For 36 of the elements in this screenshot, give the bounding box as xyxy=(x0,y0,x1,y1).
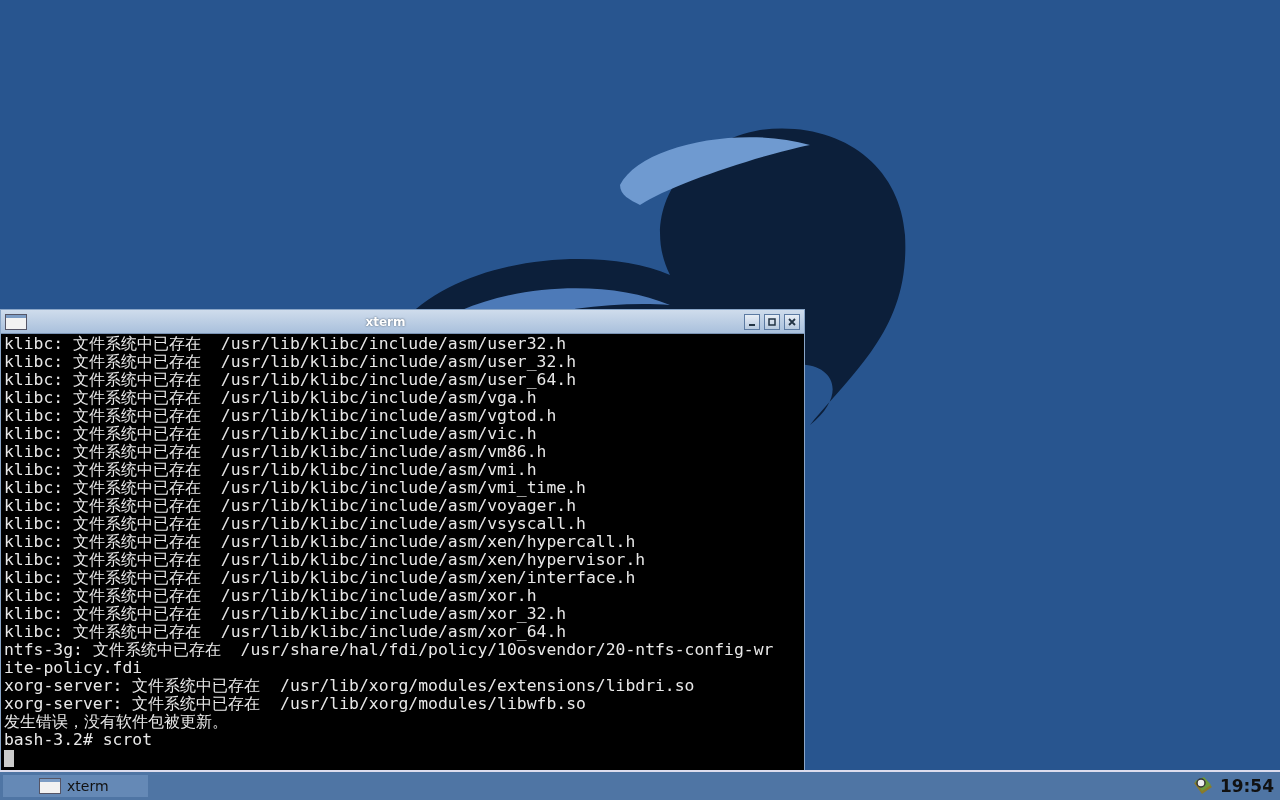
taskbar-task[interactable]: xterm xyxy=(3,775,148,797)
terminal-line: klibc: 文件系统中已存在 /usr/lib/klibc/include/asm/xor_32.h xyxy=(4,605,568,623)
terminal-line: klibc: 文件系统中已存在 /usr/lib/klibc/include/asm/vm86.h xyxy=(4,443,548,461)
terminal-line: xorg-server: 文件系统中已存在 /usr/lib/xorg/modules/extensions/libdri.so xyxy=(4,677,696,695)
terminal-line: 发生错误，没有软件包被更新。 xyxy=(4,713,229,731)
terminal-line: klibc: 文件系统中已存在 /usr/lib/klibc/include/asm/vmi_time.h xyxy=(4,479,587,497)
window-icon xyxy=(5,313,27,330)
terminal-line: klibc: 文件系统中已存在 /usr/lib/klibc/include/asm/user_64.h xyxy=(4,371,578,389)
terminal-line: klibc: 文件系统中已存在 /usr/lib/klibc/include/asm/xen/interface.h xyxy=(4,569,637,587)
clock: 19:54 xyxy=(1218,776,1275,796)
terminal-line: klibc: 文件系统中已存在 /usr/lib/klibc/include/asm/user32.h xyxy=(4,335,568,353)
book-magnifier-icon[interactable] xyxy=(1191,775,1214,797)
terminal-line: klibc: 文件系统中已存在 /usr/lib/klibc/include/asm/vsyscall.h xyxy=(4,515,587,533)
terminal-line: bash-3.2# scrot xyxy=(4,731,154,749)
terminal-line: klibc: 文件系统中已存在 /usr/lib/klibc/include/asm/xen/hypercall.h xyxy=(4,533,637,551)
terminal-line: klibc: 文件系统中已存在 /usr/lib/klibc/include/asm/xor.h xyxy=(4,587,538,605)
terminal-line: xorg-server: 文件系统中已存在 /usr/lib/xorg/modules/libwfb.so xyxy=(4,695,587,713)
terminal-line: klibc: 文件系统中已存在 /usr/lib/klibc/include/asm/xen/hypervisor.h xyxy=(4,551,647,569)
terminal-line: ntfs-3g: 文件系统中已存在 /usr/share/hal/fdi/policy/10osvendor/20-ntfs-config-wr xyxy=(4,641,775,659)
close-icon xyxy=(788,317,796,326)
maximize-icon xyxy=(768,317,776,326)
terminal-line: klibc: 文件系统中已存在 /usr/lib/klibc/include/asm/user_32.h xyxy=(4,353,578,371)
terminal-line: klibc: 文件系统中已存在 /usr/lib/klibc/include/asm/xor_64.h xyxy=(4,623,568,641)
terminal-line: klibc: 文件系统中已存在 /usr/lib/klibc/include/asm/vmi.h xyxy=(4,461,538,479)
close-button[interactable] xyxy=(784,313,800,330)
terminal-line: klibc: 文件系统中已存在 /usr/lib/klibc/include/asm/vga.h xyxy=(4,389,537,407)
terminal-line: klibc: 文件系统中已存在 /usr/lib/klibc/include/asm/vgtod.h xyxy=(4,407,558,425)
minimize-icon xyxy=(748,323,756,326)
terminal-line: klibc: 文件系统中已存在 /usr/lib/klibc/include/asm/vic.h xyxy=(4,425,538,443)
window-title: xterm xyxy=(364,314,407,329)
maximize-button[interactable] xyxy=(764,313,780,330)
window-icon xyxy=(39,778,61,794)
terminal-line: ite-policy.fdi xyxy=(4,659,143,677)
minimize-button[interactable] xyxy=(744,313,760,330)
text-cursor xyxy=(4,750,14,767)
terminal-line: klibc: 文件系统中已存在 /usr/lib/klibc/include/asm/voyager.h xyxy=(4,497,577,515)
